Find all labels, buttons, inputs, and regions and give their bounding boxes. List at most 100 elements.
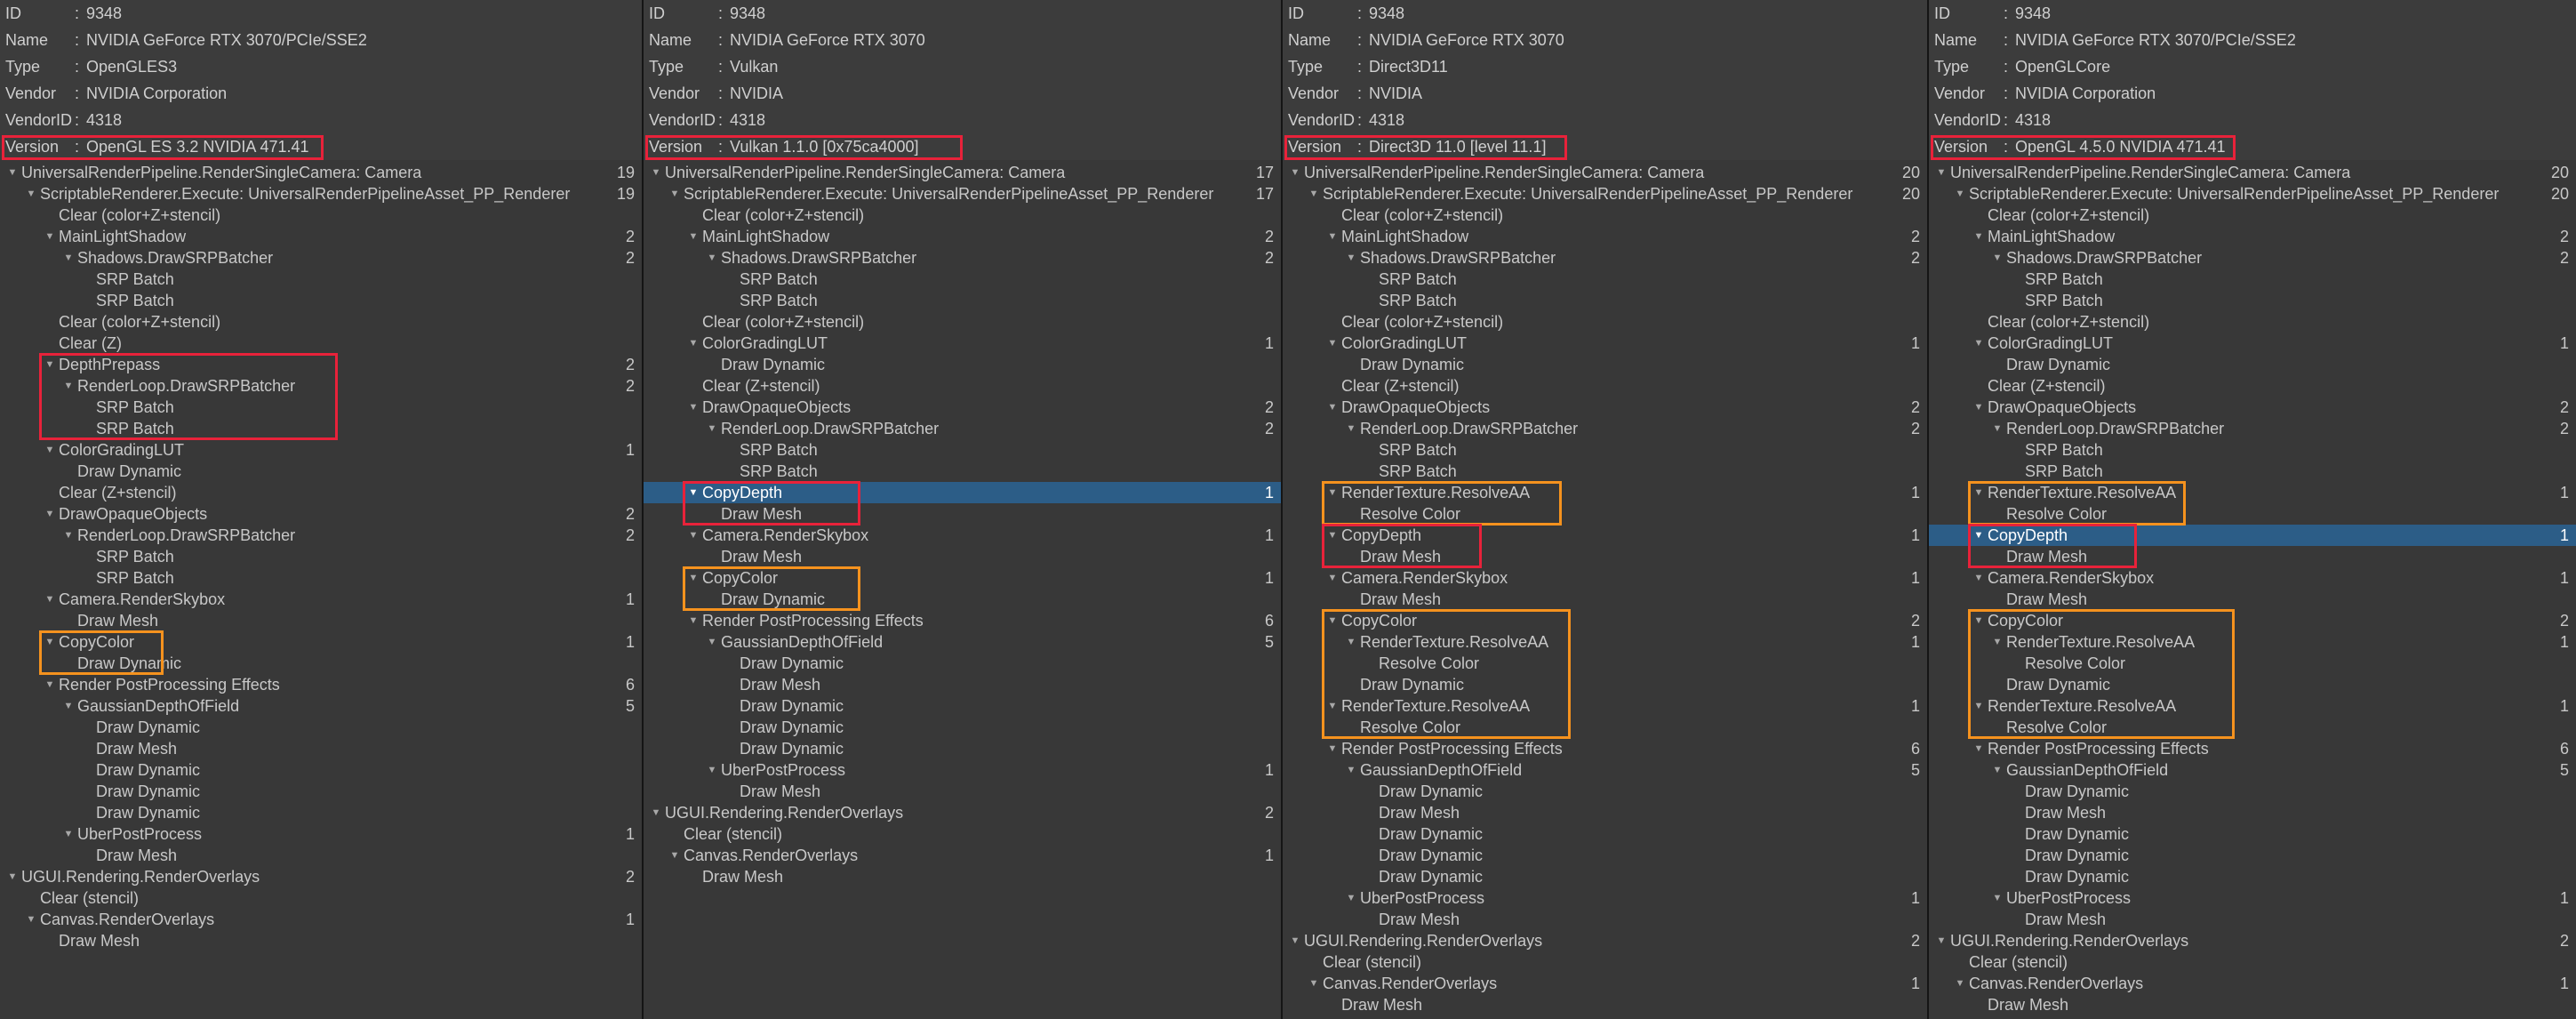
tree-item[interactable]: ▼ CopyColor 2 [1929, 610, 2576, 631]
tree-item[interactable]: Clear (color+Z+stencil) [1283, 205, 1927, 226]
expand-arrow-icon[interactable]: ▼ [1346, 631, 1356, 653]
tree-item[interactable]: Draw Mesh [644, 866, 1281, 887]
tree-item[interactable]: ▼ Shadows.DrawSRPBatcher 2 [0, 247, 642, 269]
tree-item[interactable]: ▼ RenderLoop.DrawSRPBatcher 2 [0, 375, 642, 397]
tree-item[interactable]: Draw Dynamic [1929, 674, 2576, 695]
expand-arrow-icon[interactable]: ▼ [1992, 418, 2003, 439]
tree-item[interactable]: Draw Mesh [1929, 994, 2576, 1015]
expand-arrow-icon[interactable]: ▼ [1955, 973, 1965, 994]
tree-item[interactable]: ▼ DrawOpaqueObjects 2 [0, 503, 642, 525]
tree-item[interactable]: Draw Mesh [644, 546, 1281, 567]
tree-item[interactable]: Resolve Color [1929, 503, 2576, 525]
tree-item[interactable]: ▼ UberPostProcess 1 [1929, 887, 2576, 909]
tree-item[interactable]: SRP Batch [644, 439, 1281, 461]
expand-arrow-icon[interactable]: ▼ [1290, 930, 1300, 951]
tree-item[interactable]: ▼ CopyDepth 1 [1929, 525, 2576, 546]
tree-item[interactable]: Draw Dynamic [1283, 354, 1927, 375]
expand-arrow-icon[interactable]: ▼ [1327, 397, 1338, 418]
tree-item[interactable]: ▼ GaussianDepthOfField 5 [1283, 759, 1927, 781]
tree-item[interactable]: ▼ RenderLoop.DrawSRPBatcher 2 [1929, 418, 2576, 439]
tree-item[interactable]: Clear (stencil) [1929, 951, 2576, 973]
tree-item[interactable]: ▼ CopyColor 1 [0, 631, 642, 653]
tree-item[interactable]: Draw Mesh [0, 738, 642, 759]
tree-item[interactable]: ▼ GaussianDepthOfField 5 [644, 631, 1281, 653]
tree-item[interactable]: ▼ Camera.RenderSkybox 1 [0, 589, 642, 610]
expand-arrow-icon[interactable]: ▼ [44, 631, 55, 653]
tree-item[interactable]: ▼ RenderLoop.DrawSRPBatcher 2 [1283, 418, 1927, 439]
expand-arrow-icon[interactable]: ▼ [7, 866, 18, 887]
tree-item[interactable]: ▼ Render PostProcessing Effects 6 [644, 610, 1281, 631]
expand-arrow-icon[interactable]: ▼ [1973, 226, 1984, 247]
tree-item[interactable]: Draw Mesh [1283, 994, 1927, 1015]
tree-item[interactable]: Draw Mesh [644, 674, 1281, 695]
tree-item[interactable]: ▼ MainLightShadow 2 [1929, 226, 2576, 247]
tree-item[interactable]: Draw Dynamic [0, 781, 642, 802]
tree-item[interactable]: ▼ UniversalRenderPipeline.RenderSingleCam… [1929, 162, 2576, 183]
tree-item[interactable]: ▼ GaussianDepthOfField 5 [1929, 759, 2576, 781]
tree-item[interactable]: ▼ Canvas.RenderOverlays 1 [644, 845, 1281, 866]
tree-item[interactable]: ▼ Shadows.DrawSRPBatcher 2 [1929, 247, 2576, 269]
tree-item[interactable]: ▼ DrawOpaqueObjects 2 [644, 397, 1281, 418]
expand-arrow-icon[interactable]: ▼ [688, 610, 699, 631]
tree-item[interactable]: ▼ Camera.RenderSkybox 1 [1929, 567, 2576, 589]
expand-arrow-icon[interactable]: ▼ [669, 845, 680, 866]
tree-item[interactable]: ▼ ColorGradingLUT 1 [0, 439, 642, 461]
tree-item[interactable]: Draw Dynamic [1929, 845, 2576, 866]
tree-item[interactable]: ▼ Render PostProcessing Effects 6 [1283, 738, 1927, 759]
tree-item[interactable]: SRP Batch [0, 290, 642, 311]
tree-item[interactable]: Resolve Color [1929, 653, 2576, 674]
tree-item[interactable]: Clear (color+Z+stencil) [0, 311, 642, 333]
expand-arrow-icon[interactable]: ▼ [1346, 418, 1356, 439]
expand-arrow-icon[interactable]: ▼ [7, 162, 18, 183]
tree-item[interactable]: ▼ Canvas.RenderOverlays 1 [1929, 973, 2576, 994]
tree-item[interactable]: ▼ ScriptableRenderer.Execute: UniversalRe… [644, 183, 1281, 205]
tree-item[interactable]: SRP Batch [1283, 269, 1927, 290]
expand-arrow-icon[interactable]: ▼ [1327, 525, 1338, 546]
tree-item[interactable]: SRP Batch [0, 397, 642, 418]
tree-item[interactable]: Draw Dynamic [1283, 674, 1927, 695]
tree-item[interactable]: ▼ Canvas.RenderOverlays 1 [0, 909, 642, 930]
tree-item[interactable]: ▼ ColorGradingLUT 1 [1929, 333, 2576, 354]
tree-item[interactable]: Draw Dynamic [0, 802, 642, 823]
tree-item[interactable]: ▼ UberPostProcess 1 [0, 823, 642, 845]
expand-arrow-icon[interactable]: ▼ [1327, 482, 1338, 503]
tree-item[interactable]: Draw Mesh [1283, 909, 1927, 930]
expand-arrow-icon[interactable]: ▼ [707, 247, 717, 269]
tree-item[interactable]: SRP Batch [644, 269, 1281, 290]
expand-arrow-icon[interactable]: ▼ [44, 589, 55, 610]
tree-item[interactable]: ▼ MainLightShadow 2 [0, 226, 642, 247]
tree-item[interactable]: SRP Batch [644, 290, 1281, 311]
tree-item[interactable]: Draw Mesh [644, 781, 1281, 802]
tree-item[interactable]: ▼ CopyColor 1 [644, 567, 1281, 589]
tree-item[interactable]: Clear (stencil) [644, 823, 1281, 845]
expand-arrow-icon[interactable]: ▼ [1973, 525, 1984, 546]
expand-arrow-icon[interactable]: ▼ [63, 695, 74, 717]
tree-item[interactable]: ▼ Camera.RenderSkybox 1 [1283, 567, 1927, 589]
tree-item[interactable]: Draw Dynamic [0, 653, 642, 674]
tree-item[interactable]: Clear (color+Z+stencil) [1283, 311, 1927, 333]
tree-item[interactable]: Draw Dynamic [1929, 354, 2576, 375]
tree-item[interactable]: ▼ ScriptableRenderer.Execute: UniversalRe… [1929, 183, 2576, 205]
tree-item[interactable]: ▼ UniversalRenderPipeline.RenderSingleCam… [1283, 162, 1927, 183]
tree-item[interactable]: Draw Dynamic [644, 653, 1281, 674]
tree-item[interactable]: SRP Batch [0, 418, 642, 439]
tree-item[interactable]: Clear (Z+stencil) [1283, 375, 1927, 397]
tree-item[interactable]: Resolve Color [1929, 717, 2576, 738]
expand-arrow-icon[interactable]: ▼ [1992, 247, 2003, 269]
tree-item[interactable]: SRP Batch [0, 269, 642, 290]
tree-item[interactable]: Clear (color+Z+stencil) [1929, 311, 2576, 333]
expand-arrow-icon[interactable]: ▼ [1992, 759, 2003, 781]
expand-arrow-icon[interactable]: ▼ [44, 674, 55, 695]
tree-item[interactable]: ▼ ScriptableRenderer.Execute: UniversalRe… [1283, 183, 1927, 205]
tree-item[interactable]: ▼ UGUI.Rendering.RenderOverlays 2 [0, 866, 642, 887]
expand-arrow-icon[interactable]: ▼ [1327, 567, 1338, 589]
expand-arrow-icon[interactable]: ▼ [1327, 226, 1338, 247]
expand-arrow-icon[interactable]: ▼ [63, 823, 74, 845]
expand-arrow-icon[interactable]: ▼ [688, 333, 699, 354]
expand-arrow-icon[interactable]: ▼ [1936, 930, 1947, 951]
expand-arrow-icon[interactable]: ▼ [26, 909, 36, 930]
tree-item[interactable]: ▼ DepthPrepass 2 [0, 354, 642, 375]
tree-item[interactable]: Draw Dynamic [1283, 823, 1927, 845]
tree-item[interactable]: Draw Dynamic [0, 717, 642, 738]
tree-item[interactable]: Draw Mesh [1929, 546, 2576, 567]
